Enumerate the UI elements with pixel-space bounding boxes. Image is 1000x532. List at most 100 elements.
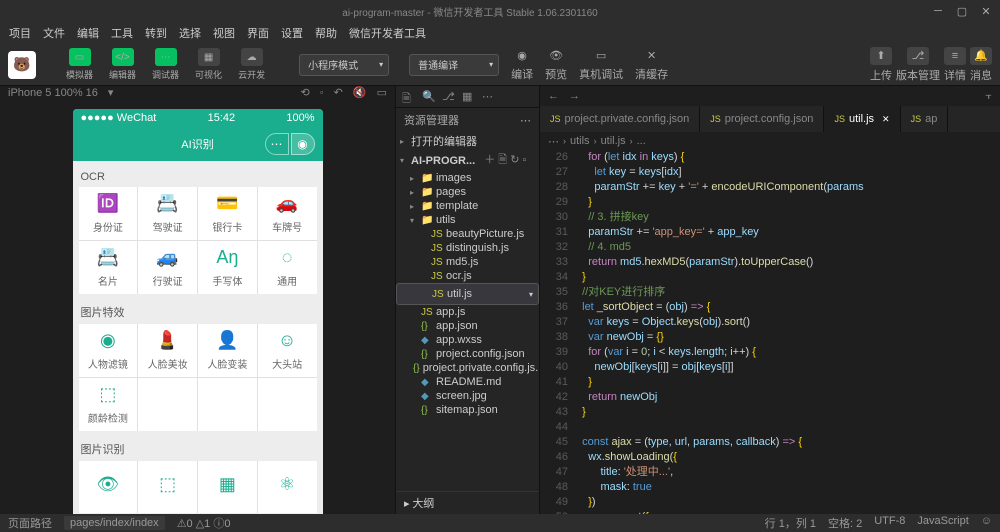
file-node[interactable]: {}app.json — [396, 319, 539, 333]
open-editors-section[interactable]: ▸打开的编辑器 — [396, 132, 539, 150]
home-icon[interactable]: ◦ — [320, 87, 324, 99]
code-area[interactable]: for (let idx in keys) { let key = keys[i… — [576, 150, 972, 514]
explorer-more-icon[interactable]: ⋯ — [520, 114, 531, 127]
grid-cell[interactable]: ▦ — [198, 461, 257, 514]
menu-微信开发者工具[interactable]: 微信开发者工具 — [344, 23, 431, 43]
back-icon[interactable]: ↶ — [334, 86, 343, 99]
close-icon[interactable]: ✕ — [980, 5, 992, 17]
editor-button[interactable]: </>编辑器 — [103, 48, 142, 81]
minimap[interactable] — [972, 150, 1000, 514]
language-label[interactable]: JavaScript — [917, 515, 968, 531]
grid-cell[interactable]: ☺大头站 — [258, 324, 317, 377]
more-icon[interactable]: ⋯ — [482, 90, 496, 104]
preview-button[interactable]: 👁预览 — [545, 48, 567, 82]
explorer-icon[interactable]: 🗎 — [402, 90, 416, 104]
file-node[interactable]: JSbeautyPicture.js — [396, 227, 539, 241]
tab[interactable]: JSproject.config.json — [700, 106, 824, 132]
fwd-nav-icon[interactable]: → — [569, 90, 580, 102]
grid-cell[interactable]: 👤人脸变装 — [198, 324, 257, 377]
file-node[interactable]: ◆screen.jpg — [396, 389, 539, 403]
file-node[interactable]: ▾📁utils — [396, 213, 539, 227]
simulator-button[interactable]: ▭模拟器 — [60, 48, 99, 81]
mute-icon[interactable]: 🔇 — [353, 86, 367, 99]
file-node[interactable]: JSapp.js — [396, 305, 539, 319]
grid-cell[interactable]: 🚗车牌号 — [258, 187, 317, 240]
mode-select[interactable]: 小程序模式 — [299, 54, 389, 76]
grid-cell[interactable]: 🆔身份证 — [79, 187, 138, 240]
minimize-icon[interactable]: ─ — [932, 5, 944, 17]
search-icon[interactable]: 🔍 — [422, 90, 436, 104]
capsule-close-icon[interactable]: ◉ — [291, 133, 315, 155]
diagnostics[interactable]: ⚠0 △1 ⓘ0 — [177, 515, 231, 531]
git-icon[interactable]: ⎇ — [442, 90, 456, 104]
menu-帮助[interactable]: 帮助 — [310, 23, 342, 43]
menu-编辑[interactable]: 编辑 — [72, 23, 104, 43]
file-node[interactable]: ▸📁pages — [396, 185, 539, 199]
clearcache-button[interactable]: ✕清缓存 — [635, 48, 668, 82]
ext-icon[interactable]: ▦ — [462, 90, 476, 104]
maximize-icon[interactable]: ▢ — [956, 5, 968, 17]
explorer-panel: 🗎 🔍 ⎇ ▦ ⋯ 资源管理器⋯ ▸打开的编辑器 ▾AI-PROGR... ＋ … — [395, 86, 540, 514]
device-label[interactable]: iPhone 5 100% 16 — [8, 87, 98, 99]
grid-cell[interactable]: 📇驾驶证 — [138, 187, 197, 240]
debugger-button[interactable]: ⋯调试器 — [146, 48, 185, 81]
grid-cell[interactable]: ⬚颜龄检测 — [79, 378, 138, 431]
grid-cell[interactable]: ◉人物滤镜 — [79, 324, 138, 377]
menu-转到[interactable]: 转到 — [140, 23, 172, 43]
file-node[interactable]: JSdistinguish.js — [396, 241, 539, 255]
file-node[interactable]: ◆app.wxss — [396, 333, 539, 347]
file-node[interactable]: JSocr.js — [396, 269, 539, 283]
tab[interactable]: JSutil.js✕ — [824, 106, 900, 132]
menu-设置[interactable]: 设置 — [276, 23, 308, 43]
project-root[interactable]: ▾AI-PROGR... ＋ 🗎 ↻ ▫ — [396, 150, 539, 171]
file-node[interactable]: {}sitemap.json — [396, 403, 539, 417]
file-node[interactable]: ▸📁template — [396, 199, 539, 213]
indent-label[interactable]: 空格: 2 — [828, 515, 862, 531]
detail-button[interactable]: ≡详情 — [944, 47, 966, 83]
grid-cell[interactable]: 👁 — [79, 461, 138, 514]
realdevice-button[interactable]: ▭真机调试 — [579, 48, 623, 82]
grid-cell[interactable]: ◌通用 — [258, 241, 317, 294]
page-path[interactable]: pages/index/index — [64, 516, 165, 530]
file-node[interactable]: ▸📁images — [396, 171, 539, 185]
grid-cell[interactable]: ⬚ — [138, 461, 197, 514]
menu-项目[interactable]: 项目 — [4, 23, 36, 43]
grid-cell[interactable]: 💄人脸美妆 — [138, 324, 197, 377]
rotate-icon[interactable]: ⟲ — [301, 86, 310, 99]
visual-button[interactable]: ▦可视化 — [189, 48, 228, 81]
menu-视图[interactable]: 视图 — [208, 23, 240, 43]
menu-选择[interactable]: 选择 — [174, 23, 206, 43]
file-node[interactable]: JSutil.js — [396, 283, 539, 305]
carrier-label: ●●●●● WeChat — [81, 112, 157, 124]
cursor-pos[interactable]: 行 1，列 1 — [765, 515, 816, 531]
compile-button[interactable]: ◉编译 — [511, 48, 533, 82]
split-icon[interactable]: ⫟ — [985, 90, 992, 103]
file-node[interactable]: ◆README.md — [396, 375, 539, 389]
menu-文件[interactable]: 文件 — [38, 23, 70, 43]
phone-simulator: ●●●●● WeChat15:42100% AI识别 ⋯◉ OCR 🆔身份证📇驾… — [73, 109, 323, 514]
file-node[interactable]: {}project.private.config.js... — [396, 361, 539, 375]
outline-section[interactable]: 大纲 — [412, 498, 434, 510]
grid-cell[interactable]: Aŋ手写体 — [198, 241, 257, 294]
upload-button[interactable]: ⬆上传 — [870, 47, 892, 83]
message-button[interactable]: 🔔消息 — [970, 47, 992, 83]
capsule-menu-icon[interactable]: ⋯ — [265, 133, 289, 155]
menu-界面[interactable]: 界面 — [242, 23, 274, 43]
grid-cell[interactable]: 🚙行驶证 — [138, 241, 197, 294]
more-icon[interactable]: ▭ — [377, 86, 387, 99]
tab[interactable]: JSap — [901, 106, 949, 132]
tab[interactable]: JSproject.private.config.json — [540, 106, 700, 132]
compile-select[interactable]: 普通编译 — [409, 54, 499, 76]
encoding-label[interactable]: UTF-8 — [874, 515, 905, 531]
file-node[interactable]: {}project.config.json — [396, 347, 539, 361]
grid-cell[interactable]: 📇名片 — [79, 241, 138, 294]
version-button[interactable]: ⎇版本管理 — [896, 47, 940, 83]
grid-cell[interactable]: 💳银行卡 — [198, 187, 257, 240]
simulator-panel: iPhone 5 100% 16▾ ⟲ ◦ ↶ 🔇 ▭ ●●●●● WeChat… — [0, 86, 395, 514]
file-node[interactable]: JSmd5.js — [396, 255, 539, 269]
grid-cell[interactable]: ⚛ — [258, 461, 317, 514]
cloud-button[interactable]: ☁云开发 — [232, 48, 271, 81]
feedback-icon[interactable]: ☺ — [981, 515, 992, 531]
back-nav-icon[interactable]: ← — [548, 90, 559, 102]
menu-工具[interactable]: 工具 — [106, 23, 138, 43]
